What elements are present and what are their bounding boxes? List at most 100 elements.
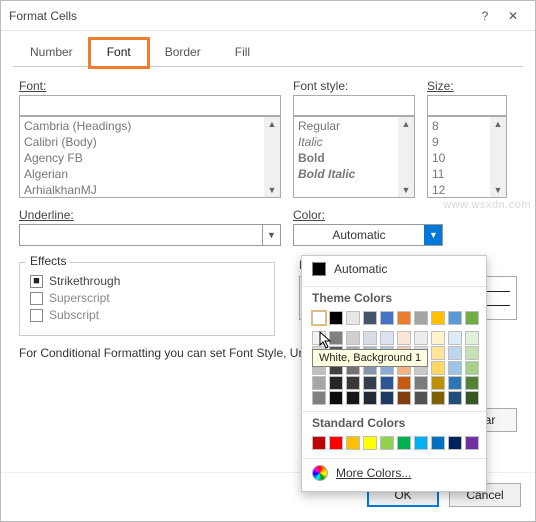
list-item[interactable]: Cambria (Headings) — [22, 118, 278, 134]
color-swatch[interactable] — [346, 376, 360, 390]
list-item[interactable]: Agency FB — [22, 150, 278, 166]
size-input[interactable] — [427, 95, 507, 116]
color-swatch[interactable] — [448, 311, 462, 325]
list-item[interactable]: Regular — [296, 118, 412, 134]
color-swatch[interactable] — [465, 436, 479, 450]
color-swatch[interactable] — [397, 331, 411, 345]
color-swatch[interactable] — [448, 346, 462, 360]
scroll-up-icon[interactable]: ▲ — [402, 117, 411, 131]
color-swatch[interactable] — [431, 436, 445, 450]
scrollbar[interactable]: ▲▼ — [490, 117, 506, 197]
scroll-up-icon[interactable]: ▲ — [268, 117, 277, 131]
color-swatch[interactable] — [380, 436, 394, 450]
color-swatch[interactable] — [414, 376, 428, 390]
help-button[interactable]: ? — [471, 4, 499, 28]
color-swatch[interactable] — [448, 361, 462, 375]
color-swatch[interactable] — [465, 361, 479, 375]
chevron-down-icon[interactable]: ▼ — [262, 225, 280, 245]
superscript-checkbox[interactable]: Superscript — [30, 291, 264, 305]
list-item[interactable]: Calibri (Body) — [22, 134, 278, 150]
color-swatch[interactable] — [431, 376, 445, 390]
scroll-up-icon[interactable]: ▲ — [494, 117, 503, 131]
color-swatch[interactable] — [465, 376, 479, 390]
color-swatch[interactable] — [397, 376, 411, 390]
color-swatch[interactable] — [414, 391, 428, 405]
effects-groupbox: Effects ■ Strikethrough Superscript Subs… — [19, 262, 275, 336]
strikethrough-checkbox[interactable]: ■ Strikethrough — [30, 274, 264, 288]
color-swatch[interactable] — [431, 311, 445, 325]
scrollbar[interactable]: ▲▼ — [398, 117, 414, 197]
color-swatch[interactable] — [431, 391, 445, 405]
scrollbar[interactable]: ▲▼ — [264, 117, 280, 197]
list-item[interactable]: Italic — [296, 134, 412, 150]
checkbox-icon — [30, 292, 43, 305]
color-swatch[interactable] — [363, 331, 377, 345]
font-style-listbox[interactable]: Regular Italic Bold Bold Italic ▲▼ — [293, 116, 415, 198]
color-swatch[interactable] — [414, 331, 428, 345]
theme-shades-grid — [302, 327, 486, 407]
close-button[interactable]: ✕ — [499, 4, 527, 28]
scroll-down-icon[interactable]: ▼ — [268, 183, 277, 197]
font-input[interactable] — [19, 95, 281, 116]
color-swatch[interactable] — [312, 436, 326, 450]
color-swatch[interactable] — [465, 311, 479, 325]
color-swatch[interactable] — [431, 346, 445, 360]
font-style-input[interactable] — [293, 95, 415, 116]
color-swatch[interactable] — [380, 331, 394, 345]
tab-border[interactable]: Border — [148, 39, 218, 67]
color-swatch[interactable] — [363, 376, 377, 390]
color-swatch[interactable] — [329, 391, 343, 405]
color-swatch[interactable] — [329, 331, 343, 345]
scroll-down-icon[interactable]: ▼ — [494, 183, 503, 197]
color-swatch[interactable] — [431, 361, 445, 375]
list-item[interactable]: Algerian — [22, 166, 278, 182]
color-swatch[interactable] — [431, 331, 445, 345]
color-swatch[interactable] — [414, 436, 428, 450]
tab-number[interactable]: Number — [13, 39, 90, 67]
color-combo[interactable]: Automatic ▼ — [293, 224, 443, 246]
color-swatch[interactable] — [448, 436, 462, 450]
color-swatch[interactable] — [363, 391, 377, 405]
color-swatch[interactable] — [465, 331, 479, 345]
color-swatch[interactable] — [465, 391, 479, 405]
color-swatch[interactable] — [346, 391, 360, 405]
list-item[interactable]: Bold — [296, 150, 412, 166]
font-listbox[interactable]: Cambria (Headings) Calibri (Body) Agency… — [19, 116, 281, 198]
color-swatch[interactable] — [312, 331, 326, 345]
color-swatch[interactable] — [363, 311, 377, 325]
color-swatch[interactable] — [465, 346, 479, 360]
tab-font[interactable]: Font — [90, 39, 148, 67]
color-swatch[interactable] — [346, 331, 360, 345]
color-swatch[interactable] — [329, 311, 343, 325]
color-swatch[interactable] — [380, 391, 394, 405]
list-item[interactable]: ArhialkhanMJ — [22, 182, 278, 198]
color-picker-popup: Automatic Theme Colors Standard Colors M… — [301, 255, 487, 492]
more-colors-option[interactable]: More Colors... — [302, 458, 486, 485]
subscript-checkbox[interactable]: Subscript — [30, 308, 264, 322]
chevron-down-icon[interactable]: ▼ — [424, 225, 442, 245]
color-swatch[interactable] — [346, 311, 360, 325]
list-item[interactable]: Bold Italic — [296, 166, 412, 182]
size-listbox[interactable]: 8 9 10 11 12 14 ▲▼ — [427, 116, 507, 198]
tab-fill[interactable]: Fill — [218, 39, 267, 67]
color-swatch[interactable] — [397, 436, 411, 450]
color-swatch[interactable] — [397, 311, 411, 325]
color-swatch[interactable] — [329, 376, 343, 390]
color-swatch[interactable] — [312, 376, 326, 390]
color-swatch[interactable] — [448, 391, 462, 405]
color-swatch[interactable] — [312, 391, 326, 405]
automatic-color-option[interactable]: Automatic — [302, 256, 486, 282]
scroll-down-icon[interactable]: ▼ — [402, 183, 411, 197]
underline-combo[interactable]: ▼ — [19, 224, 281, 246]
color-swatch[interactable] — [414, 311, 428, 325]
color-swatch[interactable] — [312, 311, 326, 325]
color-swatch[interactable] — [346, 436, 360, 450]
color-swatch[interactable] — [329, 436, 343, 450]
color-swatch[interactable] — [380, 311, 394, 325]
color-swatch[interactable] — [363, 436, 377, 450]
tab-strip: Number Font Border Fill — [13, 39, 523, 67]
color-swatch[interactable] — [448, 376, 462, 390]
color-swatch[interactable] — [397, 391, 411, 405]
color-swatch[interactable] — [448, 331, 462, 345]
color-swatch[interactable] — [380, 376, 394, 390]
